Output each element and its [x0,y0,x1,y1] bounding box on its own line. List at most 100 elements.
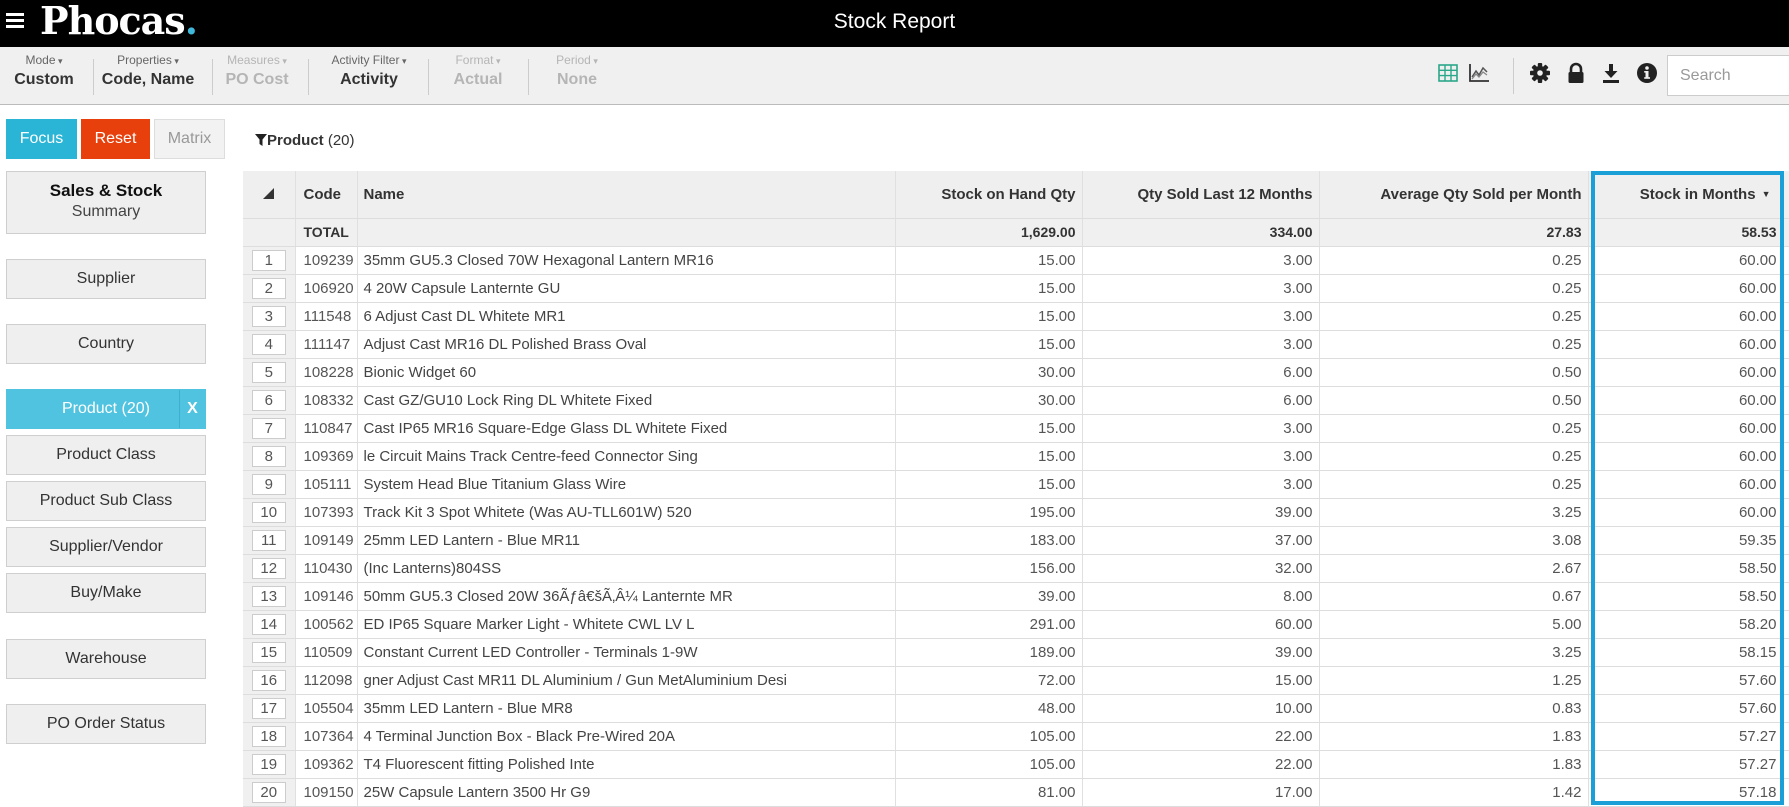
table-row[interactable]: 7 110847 Cast IP65 MR16 Square-Edge Glass … [243,414,1789,443]
table-row[interactable]: 9 105111 System Head Blue Titanium Glass W… [243,470,1789,499]
table-row[interactable]: 6 108332 Cast GZ/GU10 Lock Ring DL Whitete… [243,386,1789,415]
sidebar-item-sales-stock-summary[interactable]: Sales & Stock Summary [6,171,206,234]
row-number-button[interactable]: 13 [251,585,286,607]
download-icon[interactable] [1600,62,1622,84]
avg-qty-per-month: 3.25 [1319,638,1589,667]
toolbar-properties-dropdown[interactable]: Properties ▾ Code, Name [94,53,202,99]
remove-filter-button[interactable]: X [179,390,205,428]
table-row[interactable]: 19 109362 T4 Fluorescent fitting Polished … [243,750,1789,779]
product-name[interactable]: Adjust Cast MR16 DL Polished Brass Oval [357,330,896,359]
column-header-code[interactable]: Code [295,171,358,219]
table-row[interactable]: 5 108228 Bionic Widget 60 30.00 6.00 0.50 60.0… [243,358,1789,387]
product-name[interactable]: 35mm GU5.3 Closed 70W Hexagonal Lantern … [357,246,896,275]
table-row[interactable]: 13 109146 50mm GU5.3 Closed 20W 36Ãƒâ€šÃ‚Â… [243,582,1789,611]
product-name[interactable]: Track Kit 3 Spot Whitete (Was AU-TLL601W… [357,498,896,527]
row-number-button[interactable]: 4 [251,333,286,355]
column-header-stock-on-hand[interactable]: Stock on Hand Qty [895,171,1083,219]
focus-button[interactable]: Focus [6,119,77,159]
row-number-button[interactable]: 1 [251,249,286,271]
toolbar-activity-filter-dropdown[interactable]: Activity Filter ▾ Activity [309,53,429,99]
table-row[interactable]: 15 110509 Constant Current LED Controller … [243,638,1789,667]
toolbar-mode-dropdown[interactable]: Mode ▾ Custom [8,53,80,99]
toolbar-period-dropdown[interactable]: Period ▾ None [527,53,627,99]
product-name[interactable]: le Circuit Mains Track Centre-feed Conne… [357,442,896,471]
product-name[interactable]: 6 Adjust Cast DL Whitete MR1 [357,302,896,331]
sidebar-item-country[interactable]: Country [6,324,206,364]
sidebar-item-product-sub-class[interactable]: Product Sub Class [6,481,206,521]
sidebar-item-buy-make[interactable]: Buy/Make [6,573,206,613]
row-number-button[interactable]: 10 [251,501,286,523]
row-number-button[interactable]: 5 [251,361,286,383]
product-name[interactable]: 25W Capsule Lantern 3500 Hr G9 [357,778,896,807]
product-name[interactable]: Cast GZ/GU10 Lock Ring DL Whitete Fixed [357,386,896,415]
product-name[interactable]: Bionic Widget 60 [357,358,896,387]
table-row[interactable]: 16 112098 gner Adjust Cast MR11 DL Alumini… [243,666,1789,695]
product-name[interactable]: Cast IP65 MR16 Square-Edge Glass DL Whit… [357,414,896,443]
lock-icon[interactable] [1565,62,1587,84]
column-header-name[interactable]: Name [357,171,896,219]
table-row[interactable]: 18 107364 4 Terminal Junction Box - Black … [243,722,1789,751]
row-number-button[interactable]: 3 [251,305,286,327]
sort-desc-caret-icon[interactable]: ▼ [1762,189,1771,199]
matrix-button[interactable]: Matrix [154,119,225,159]
grid-view-icon[interactable] [1437,62,1459,84]
table-row[interactable]: 12 110430 (Inc Lanterns)804SS 156.00 32.00 2.… [243,554,1789,583]
table-row[interactable]: 4 111147 Adjust Cast MR16 DL Polished Bras… [243,330,1789,359]
product-name[interactable]: ED IP65 Square Marker Light - Whitete CW… [357,610,896,639]
table-row[interactable]: 20 109150 25W Capsule Lantern 3500 Hr G9 81… [243,778,1789,807]
toolbar-format-dropdown[interactable]: Format ▾ Actual [428,53,528,99]
product-name[interactable]: System Head Blue Titanium Glass Wire [357,470,896,499]
product-name[interactable]: (Inc Lanterns)804SS [357,554,896,583]
product-name[interactable]: 25mm LED Lantern - Blue MR11 [357,526,896,555]
product-name[interactable]: gner Adjust Cast MR11 DL Aluminium / Gun… [357,666,896,695]
sidebar-item-warehouse[interactable]: Warehouse [6,639,206,679]
column-header-qty-sold-12m[interactable]: Qty Sold Last 12 Months [1082,171,1320,219]
row-number-button[interactable]: 9 [251,473,286,495]
chart-view-icon[interactable] [1468,62,1490,84]
sidebar-item-label: PO Order Status [46,715,166,732]
product-name[interactable]: 50mm GU5.3 Closed 20W 36Ãƒâ€šÃ‚Â¼ Lanter… [357,582,896,611]
row-number-button[interactable]: 7 [251,417,286,439]
sidebar-item-po-order-status[interactable]: PO Order Status [6,704,206,744]
row-number-button[interactable]: 15 [251,641,286,663]
sort-toggle[interactable] [243,171,296,219]
row-number-button[interactable]: 14 [251,613,286,635]
gear-icon[interactable] [1529,62,1551,84]
row-number-button[interactable]: 11 [251,529,286,551]
total-avg-per-month: 27.83 [1319,218,1589,247]
row-number-button[interactable]: 16 [251,669,286,691]
product-name[interactable]: 4 Terminal Junction Box - Black Pre-Wire… [357,722,896,751]
table-row[interactable]: 17 105504 35mm LED Lantern - Blue MR8 48.00… [243,694,1789,723]
toolbar-divider [528,59,529,95]
column-header-stock-in-months[interactable]: Stock in Months ▼ [1588,171,1789,219]
row-number-button[interactable]: 2 [251,277,286,299]
avg-qty-per-month: 0.25 [1319,302,1589,331]
row-number-button[interactable]: 17 [251,697,286,719]
row-number-button[interactable]: 6 [251,389,286,411]
table-row[interactable]: 2 106920 4 20W Capsule Lanternte GU 15.00 3.… [243,274,1789,303]
sidebar-item-supplier-vendor[interactable]: Supplier/Vendor [6,527,206,567]
search-input[interactable] [1667,55,1789,96]
product-name[interactable]: 35mm LED Lantern - Blue MR8 [357,694,896,723]
sidebar-item-supplier[interactable]: Supplier [6,259,206,299]
column-header-avg-per-month[interactable]: Average Qty Sold per Month [1319,171,1589,219]
row-number-button[interactable]: 18 [251,725,286,747]
info-icon[interactable] [1636,62,1658,84]
reset-button[interactable]: Reset [81,119,150,159]
table-row[interactable]: 10 107393 Track Kit 3 Spot Whitete (Was AU… [243,498,1789,527]
product-name[interactable]: T4 Fluorescent fitting Polished Inte [357,750,896,779]
sidebar-item-product-class[interactable]: Product Class [6,435,206,475]
table-row[interactable]: 3 111548 6 Adjust Cast DL Whitete MR1 15.00… [243,302,1789,331]
product-name[interactable]: 4 20W Capsule Lanternte GU [357,274,896,303]
product-name[interactable]: Constant Current LED Controller - Termin… [357,638,896,667]
row-number-button[interactable]: 20 [251,781,286,803]
row-number-button[interactable]: 8 [251,445,286,467]
table-row[interactable]: 14 100562 ED IP65 Square Marker Light - Wh… [243,610,1789,639]
table-row[interactable]: 1 109239 35mm GU5.3 Closed 70W Hexagonal L… [243,246,1789,275]
sidebar-item-product-20[interactable]: Product (20) X [6,389,206,429]
table-row[interactable]: 11 109149 25mm LED Lantern - Blue MR11 183.… [243,526,1789,555]
row-number-button[interactable]: 12 [251,557,286,579]
row-number-button[interactable]: 19 [251,753,286,775]
toolbar-measures-dropdown[interactable]: Measures ▾ PO Cost [213,53,301,99]
table-row[interactable]: 8 109369 le Circuit Mains Track Centre-fee… [243,442,1789,471]
